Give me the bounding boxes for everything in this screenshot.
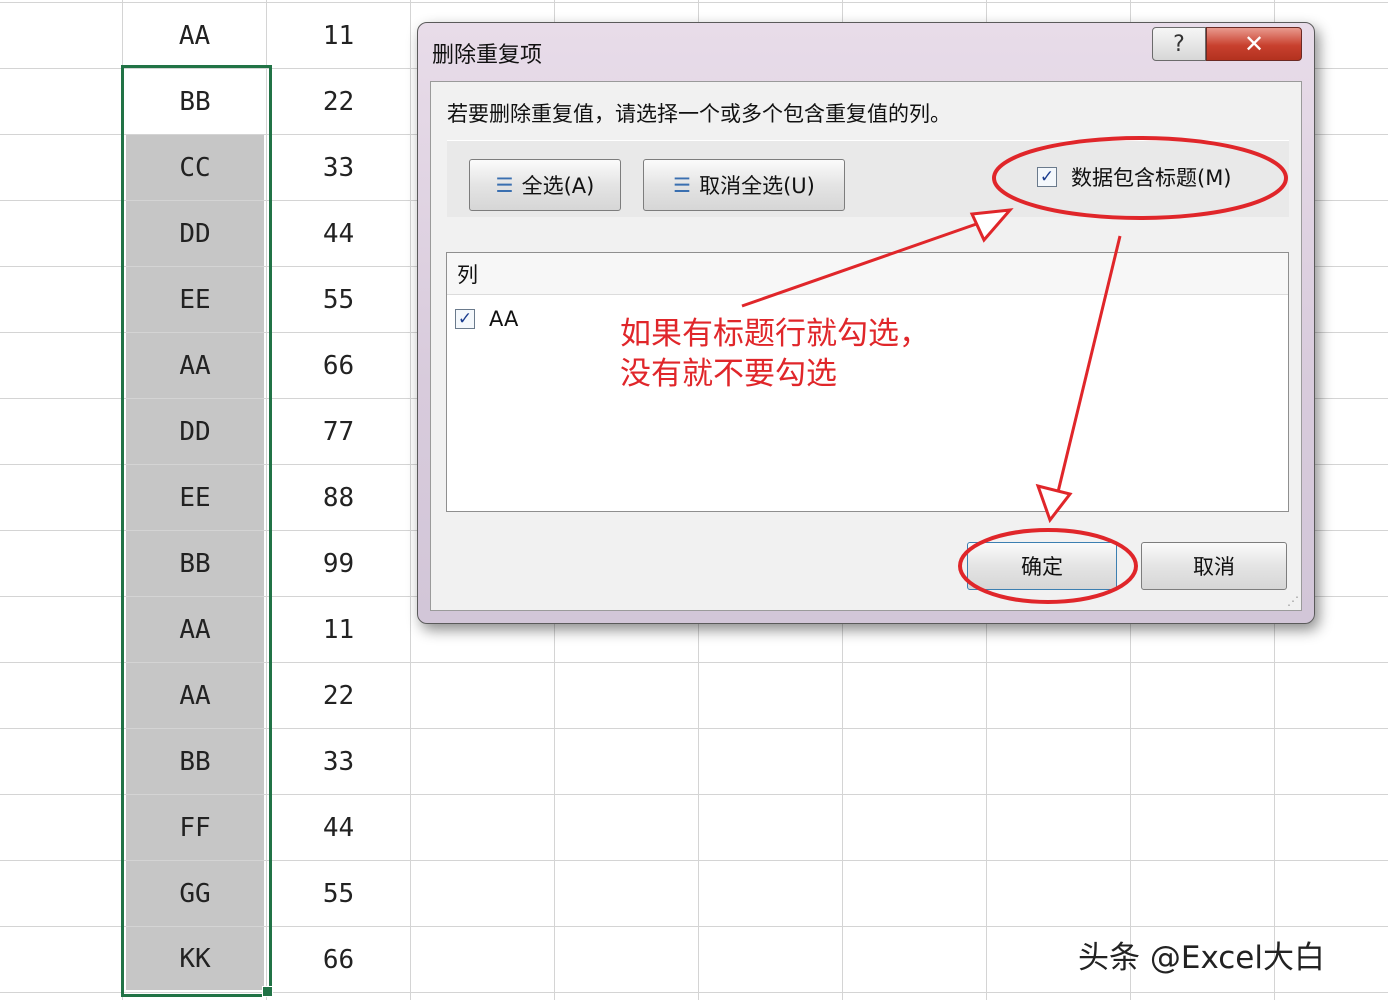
column-label: AA — [489, 307, 519, 331]
cell-b7[interactable]: 77 — [267, 399, 410, 464]
button-bar: ☰ 全选(A) ☰ 取消全选(U) ✓ 数据包含标题(M) — [447, 140, 1289, 217]
watermark: 头条 @Excel大白 — [1078, 940, 1325, 976]
annotation-text: 如果有标题行就勾选， 没有就不要勾选 — [620, 316, 930, 392]
cell-a8[interactable]: EE — [126, 465, 264, 530]
column-checkbox[interactable]: ✓ — [455, 309, 475, 329]
instruction-text: 若要删除重复值，请选择一个或多个包含重复值的列。 — [447, 102, 951, 126]
help-icon: ? — [1173, 31, 1185, 57]
cell-a9[interactable]: BB — [126, 531, 264, 596]
cell-b4[interactable]: 44 — [267, 201, 410, 266]
cell-a4[interactable]: DD — [126, 201, 264, 266]
cell-a5[interactable]: EE — [126, 267, 264, 332]
cell-b12[interactable]: 33 — [267, 729, 410, 794]
cell-b14[interactable]: 55 — [267, 861, 410, 926]
cell-b2[interactable]: 22 — [267, 69, 410, 134]
cell-a6[interactable]: AA — [126, 333, 264, 398]
fill-handle[interactable] — [262, 986, 273, 997]
cancel-label: 取消 — [1193, 555, 1235, 579]
ok-label: 确定 — [1021, 555, 1063, 579]
help-button[interactable]: ? — [1152, 27, 1206, 61]
cell-b9[interactable]: 99 — [267, 531, 410, 596]
cell-b11[interactable]: 22 — [267, 663, 410, 728]
cell-b8[interactable]: 88 — [267, 465, 410, 530]
cell-a13[interactable]: FF — [126, 795, 264, 860]
cell-a2[interactable]: BB — [126, 69, 264, 134]
cell-b1[interactable]: 11 — [267, 3, 410, 68]
cell-b10[interactable]: 11 — [267, 597, 410, 662]
close-icon: ✕ — [1243, 30, 1265, 58]
unselect-all-button[interactable]: ☰ 取消全选(U) — [643, 159, 845, 211]
close-button[interactable]: ✕ — [1206, 27, 1302, 61]
cell-a7[interactable]: DD — [126, 399, 264, 464]
column-item[interactable]: ✓ AA — [455, 307, 518, 331]
cell-a3[interactable]: CC — [126, 135, 264, 200]
cell-a10[interactable]: AA — [126, 597, 264, 662]
checklist-icon: ☰ — [495, 173, 514, 197]
grid-line — [122, 0, 123, 1000]
header-checkbox-label: 数据包含标题(M) — [1071, 166, 1232, 190]
cell-b3[interactable]: 33 — [267, 135, 410, 200]
list-icon: ☰ — [673, 173, 692, 197]
cell-a15[interactable]: KK — [126, 927, 264, 990]
select-all-button[interactable]: ☰ 全选(A) — [469, 159, 621, 211]
cell-b15[interactable]: 66 — [267, 927, 410, 992]
header-checkbox-row[interactable]: ✓ 数据包含标题(M) — [1037, 161, 1232, 193]
cell-a12[interactable]: BB — [126, 729, 264, 794]
cell-b5[interactable]: 55 — [267, 267, 410, 332]
select-all-label: 全选(A) — [521, 174, 595, 198]
resize-grip-icon[interactable]: ⋰ — [1287, 594, 1299, 608]
grid-line — [0, 992, 1388, 993]
cancel-button[interactable]: 取消 — [1141, 542, 1287, 590]
header-checkbox[interactable]: ✓ — [1037, 167, 1057, 187]
cell-b13[interactable]: 44 — [267, 795, 410, 860]
dialog-title: 删除重复项 — [432, 43, 543, 68]
cell-a14[interactable]: GG — [126, 861, 264, 926]
unselect-all-label: 取消全选(U) — [699, 174, 815, 198]
cell-a11[interactable]: AA — [126, 663, 264, 728]
ok-button[interactable]: 确定 — [967, 542, 1117, 590]
cell-b6[interactable]: 66 — [267, 333, 410, 398]
cell-a1[interactable]: AA — [123, 3, 266, 68]
grid-line — [410, 0, 411, 1000]
columns-header: 列 — [447, 253, 1288, 295]
